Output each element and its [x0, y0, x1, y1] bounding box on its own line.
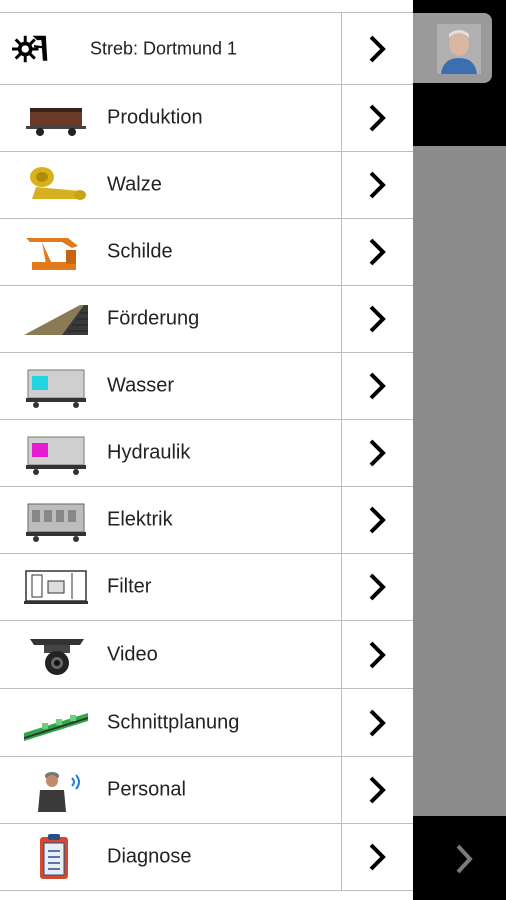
menu-item-label: Walze	[107, 173, 162, 196]
diagnose-open-button[interactable]	[341, 824, 413, 890]
chevron-right-icon	[369, 843, 386, 871]
menu-item-hydraulik[interactable]: Hydraulik	[0, 420, 413, 487]
avatar	[437, 24, 481, 74]
menu-item-label: Hydraulik	[107, 441, 191, 464]
header-open-button[interactable]	[341, 13, 413, 84]
chevron-right-icon	[369, 171, 386, 199]
menu-header-mine[interactable]: Streb: Dortmund 1	[0, 13, 413, 85]
menu-item-walze[interactable]: Walze	[0, 152, 413, 219]
background-content-area	[413, 146, 506, 816]
menu-item-foerderung[interactable]: Förderung	[0, 286, 413, 353]
menu-item-video[interactable]: Video	[0, 621, 413, 689]
menu-item-label: Schilde	[107, 240, 173, 263]
video-open-button[interactable]	[341, 621, 413, 688]
navigation-menu: Streb: Dortmund 1 Produktion Walze Schil…	[0, 0, 413, 900]
chevron-right-icon	[369, 305, 386, 333]
menu-item-filter[interactable]: Filter	[0, 554, 413, 621]
water-unit-icon	[26, 369, 86, 408]
next-page-button[interactable]	[440, 833, 488, 885]
menu-item-label: Produktion	[107, 106, 203, 129]
menu-item-label: Filter	[107, 575, 152, 598]
menu-item-label: Wasser	[107, 374, 175, 397]
chevron-right-icon	[369, 35, 386, 62]
menu-item-label: Schnittplanung	[107, 711, 240, 733]
hydraulik-open-button[interactable]	[341, 420, 413, 486]
mine-logo-icon	[12, 35, 48, 62]
chevron-right-icon	[369, 238, 386, 266]
chevron-right-icon	[369, 439, 386, 467]
menu-item-label: Förderung	[107, 307, 200, 330]
menu-item-elektrik[interactable]: Elektrik	[0, 487, 413, 554]
menu-item-schnittplanung[interactable]: Schnittplanung	[0, 689, 413, 757]
schilde-open-button[interactable]	[341, 219, 413, 285]
menu-item-label: Video	[107, 643, 158, 665]
user-avatar-button[interactable]	[413, 13, 492, 83]
cut-planning-icon	[24, 712, 88, 741]
schnittplanung-open-button[interactable]	[341, 689, 413, 756]
electric-unit-icon	[26, 503, 86, 542]
elektrik-open-button[interactable]	[341, 487, 413, 553]
chevron-right-icon	[369, 776, 386, 804]
camera-icon	[30, 638, 84, 675]
foerderung-open-button[interactable]	[341, 286, 413, 352]
chevron-right-icon	[369, 573, 386, 601]
walze-open-button[interactable]	[341, 152, 413, 218]
chevron-right-icon	[369, 506, 386, 534]
conveyor-icon	[24, 305, 88, 335]
menu-top-divider	[0, 0, 413, 13]
shearer-icon	[30, 167, 86, 200]
personal-open-button[interactable]	[341, 757, 413, 823]
menu-item-label: Personal	[107, 778, 186, 801]
miner-person-icon	[38, 772, 80, 812]
mine-cart-icon	[26, 108, 86, 136]
roof-support-icon	[26, 238, 78, 270]
clipboard-icon	[40, 834, 68, 879]
chevron-right-icon	[369, 709, 386, 736]
menu-item-label: Diagnose	[107, 845, 192, 868]
filter-unit-icon	[24, 570, 88, 604]
produktion-open-button[interactable]	[341, 85, 413, 151]
menu-item-diagnose[interactable]: Diagnose	[0, 824, 413, 891]
mine-name-label: Streb: Dortmund 1	[90, 38, 238, 58]
wasser-open-button[interactable]	[341, 353, 413, 419]
menu-item-wasser[interactable]: Wasser	[0, 353, 413, 420]
menu-item-personal[interactable]: Personal	[0, 757, 413, 824]
chevron-right-icon	[456, 844, 473, 874]
filter-open-button[interactable]	[341, 554, 413, 620]
menu-item-produktion[interactable]: Produktion	[0, 85, 413, 152]
menu-item-label: Elektrik	[107, 508, 173, 531]
chevron-right-icon	[369, 641, 386, 668]
menu-item-schilde[interactable]: Schilde	[0, 219, 413, 286]
chevron-right-icon	[369, 372, 386, 400]
chevron-right-icon	[369, 104, 386, 132]
hydraulic-unit-icon	[26, 436, 86, 475]
